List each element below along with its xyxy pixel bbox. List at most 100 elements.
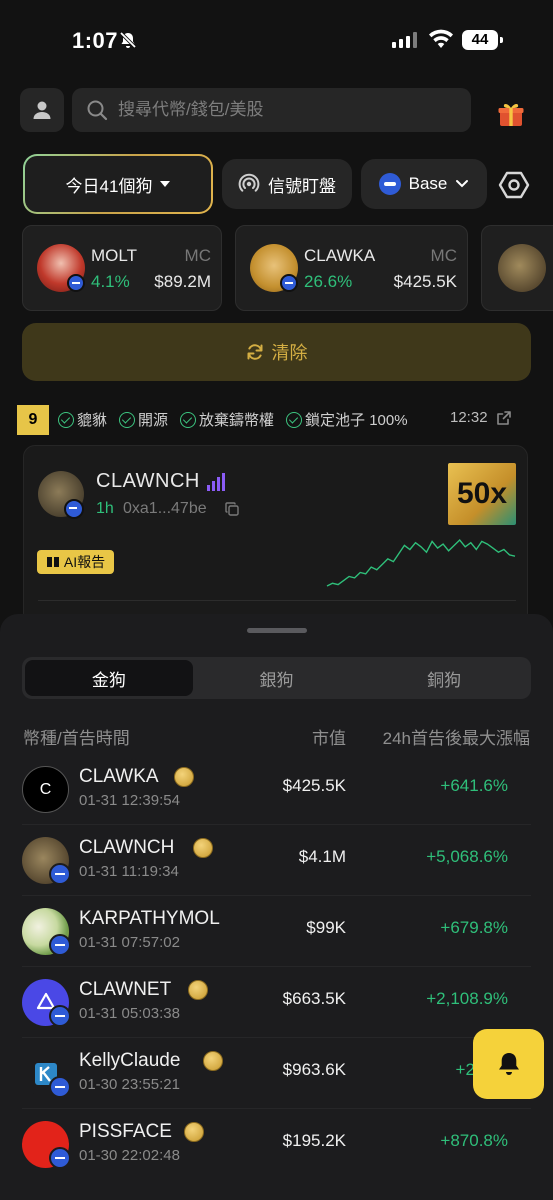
tab-gold-dog[interactable]: 金狗: [25, 660, 193, 696]
market-cap: $963.6K: [282, 1060, 346, 1079]
chain-label: Base: [408, 174, 448, 193]
first-call-time: 01-30 22:02:48: [79, 1147, 180, 1164]
token-name: PISSFACE: [79, 1121, 172, 1142]
token-name: MOLT: [91, 246, 137, 265]
base-chain-icon: [49, 1076, 71, 1098]
chevron-down-icon: [456, 180, 469, 188]
sheet-drag-handle[interactable]: [247, 628, 307, 633]
max-gain: +2,108.9%: [426, 989, 508, 1008]
base-chain-icon: [49, 1005, 71, 1027]
gold-dog-icon: [188, 980, 208, 1000]
token-name: CLAWNET: [79, 979, 172, 1000]
market-cap: $195.2K: [282, 1131, 346, 1150]
table-row[interactable]: C CLAWKA 01-31 12:39:54 $425.5K +641.6%: [0, 754, 553, 825]
share-icon[interactable]: [496, 410, 512, 426]
ai-report-button[interactable]: AI報告: [37, 550, 114, 574]
base-chain-icon: [49, 1147, 71, 1169]
bell-icon: [498, 1053, 519, 1075]
first-call-time: 01-31 11:19:34: [79, 863, 179, 880]
check-circle-icon: [119, 411, 136, 428]
signal-watch-label: 信號盯盤: [268, 176, 336, 196]
status-time: 1:07: [72, 28, 119, 53]
search-icon: [87, 100, 108, 121]
column-header-max-gain: 24h首告後最大漲幅: [382, 729, 530, 748]
dog-tier-tabs: 金狗 銀狗 銅狗: [22, 657, 531, 699]
token-name: KellyClaude: [79, 1050, 181, 1071]
clear-button[interactable]: 清除: [22, 323, 531, 381]
base-chain-icon: [67, 274, 85, 292]
status-bar: 1:07 44: [0, 0, 553, 82]
check-circle-icon: [58, 411, 74, 428]
token-name: CLAWNCH: [79, 837, 175, 858]
sparkline-path: [326, 538, 516, 587]
column-header-token: 幣種/首告時間: [23, 729, 130, 748]
alert-bell-button[interactable]: [473, 1029, 544, 1099]
base-chain-icon: [64, 499, 84, 519]
gold-dog-icon: [193, 838, 213, 858]
multiplier-badge: 50x: [448, 463, 516, 525]
max-gain: +5,068.6%: [426, 847, 508, 866]
broadcast-icon: [238, 173, 260, 192]
top-token-card-partial[interactable]: [481, 225, 553, 311]
market-cap: $663.5K: [282, 989, 346, 1008]
security-checks: 貔貅 開源 放棄鑄幣權 鎖定池子 100%: [58, 409, 408, 430]
signal-watch-button[interactable]: 信號盯盤: [222, 159, 352, 209]
table-row[interactable]: PISSFACE 01-30 22:02:48 $195.2K +870.8%: [0, 1109, 553, 1200]
token-address: 0xa1...47be: [123, 500, 207, 517]
token-change: 26.6%: [304, 272, 353, 291]
top-token-card[interactable]: MOLT MC 4.1% $89.2M: [22, 225, 222, 311]
search-bar[interactable]: [72, 88, 471, 132]
user-icon: [33, 101, 51, 119]
table-row[interactable]: CLAWNCH 01-31 11:19:34 $4.1M +5,068.6%: [0, 825, 553, 896]
settings-hex-icon[interactable]: [498, 169, 530, 201]
cellular-signal-icon: [392, 32, 417, 48]
book-icon: [46, 557, 59, 567]
token-name: CLAWKA: [79, 766, 159, 787]
first-call-time: 01-30 23:55:21: [79, 1076, 180, 1093]
signal-strength-icon: [207, 473, 225, 491]
table-row[interactable]: CLAWNET 01-31 05:03:38 $663.5K +2,108.9%: [0, 967, 553, 1038]
signal-rank-badge: 9: [17, 405, 49, 435]
tab-silver-dog[interactable]: 銀狗: [193, 660, 361, 696]
mc-label: MC: [430, 246, 457, 265]
max-gain: +641.6%: [440, 776, 508, 795]
first-call-time: 01-31 07:57:02: [79, 934, 180, 951]
signal-token-name: CLAWNCH: [96, 470, 200, 492]
battery-indicator: 44: [462, 30, 503, 50]
table-row[interactable]: KARPATHYMOL 01-31 07:57:02 $99K +679.8%: [0, 896, 553, 967]
ai-report-label: AI報告: [63, 554, 106, 570]
token-name: KARPATHYMOL: [79, 908, 220, 929]
profile-button[interactable]: [20, 88, 64, 132]
max-gain: +679.8%: [440, 918, 508, 937]
caret-down-icon: [160, 181, 171, 187]
base-chain-icon: [378, 173, 401, 195]
signal-time: 12:32: [450, 409, 488, 426]
table-row[interactable]: KellyClaude 01-30 23:55:21 $963.6K +2,73…: [0, 1038, 553, 1109]
market-cap: $425.5K: [282, 776, 346, 795]
bell-muted-icon: [119, 31, 137, 49]
token-market-cap: $89.2M: [154, 272, 211, 291]
chain-selector[interactable]: Base: [361, 159, 487, 209]
copy-icon[interactable]: [225, 502, 239, 516]
price-sparkline: [326, 538, 516, 587]
refresh-icon: [247, 344, 262, 360]
market-cap: $99K: [306, 918, 346, 937]
gift-icon[interactable]: [497, 100, 525, 128]
token-name: CLAWKA: [304, 246, 376, 265]
top-token-card[interactable]: CLAWKA MC 26.6% $425.5K: [235, 225, 468, 311]
token-age: 1h: [96, 500, 114, 517]
gold-dog-icon: [174, 767, 194, 787]
check-circle-icon: [286, 411, 303, 428]
check-item: 貔貅: [58, 409, 107, 430]
first-call-time: 01-31 12:39:54: [79, 792, 180, 809]
gold-dog-icon: [184, 1122, 204, 1142]
today-dogs-dropdown[interactable]: 今日41個狗: [23, 154, 213, 214]
token-avatar: C: [22, 766, 69, 813]
gold-dog-icon: [203, 1051, 223, 1071]
token-change: 4.1%: [91, 272, 130, 291]
search-input[interactable]: [118, 100, 448, 120]
tab-copper-dog[interactable]: 銅狗: [360, 660, 528, 696]
max-gain: +870.8%: [440, 1131, 508, 1150]
check-item: 鎖定池子 100%: [286, 409, 408, 430]
token-logo: [498, 244, 546, 292]
